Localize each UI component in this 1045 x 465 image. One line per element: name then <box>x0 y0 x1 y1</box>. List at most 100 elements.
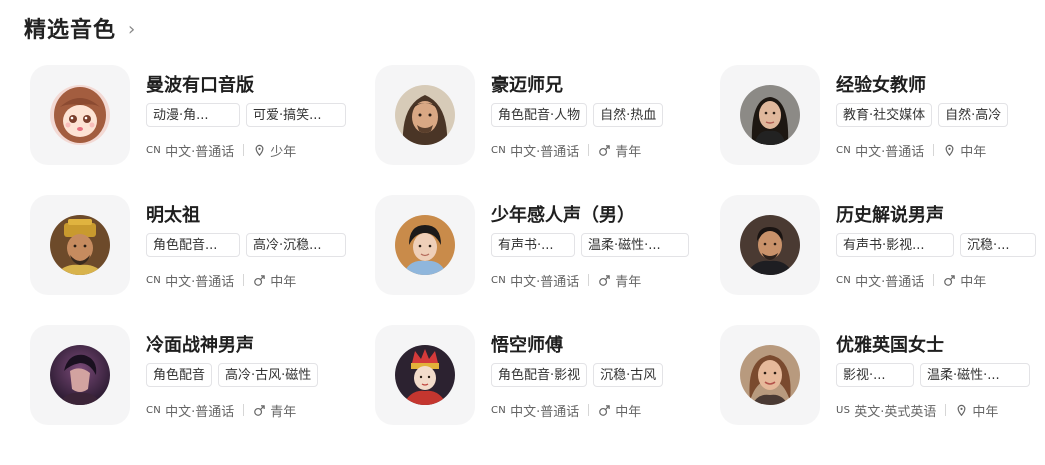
divider <box>243 404 245 416</box>
voice-meta: CN 中文·普通话 中年 <box>836 271 986 290</box>
voice-card[interactable]: 经验女教师 教育·社交媒体 自然·高冷 CN 中文·普通话 中年 <box>720 65 1045 165</box>
voice-card[interactable]: 历史解说男声 有声书·影视... 沉稳·... CN 中文·普通话 中年 <box>720 195 1045 295</box>
voice-meta: CN 中文·普通话 青年 <box>491 271 642 290</box>
tag-list: 角色配音·影视 沉稳·古风 <box>491 363 669 387</box>
voice-name: 悟空师傅 <box>491 335 563 356</box>
language-code: CN <box>146 274 162 286</box>
language: 中文·普通话 <box>510 404 580 420</box>
divider <box>588 144 590 156</box>
male-icon <box>598 144 611 157</box>
voice-card[interactable]: 冷面战神男声 角色配音 高冷·古风·磁性 CN 中文·普通话 青年 <box>30 325 360 425</box>
voice-card[interactable]: 悟空师傅 角色配音·影视 沉稳·古风 CN 中文·普通话 中年 <box>375 325 705 425</box>
voice-meta: CN 中文·普通话 中年 <box>836 141 987 160</box>
language-code: US <box>836 404 851 416</box>
language-code: CN <box>836 144 852 156</box>
woman-teacher-avatar <box>740 85 800 145</box>
voice-meta: CN 中文·普通话 青年 <box>146 401 297 420</box>
tag[interactable]: 高冷·沉稳... <box>246 233 346 257</box>
age-group: 中年 <box>972 404 999 420</box>
language: 中文·普通话 <box>855 274 925 290</box>
tag[interactable]: 动漫·角... <box>146 103 240 127</box>
male-icon <box>598 404 611 417</box>
voice-name: 历史解说男声 <box>836 205 944 226</box>
tag[interactable]: 高冷·古风·磁性 <box>218 363 319 387</box>
voice-name: 经验女教师 <box>836 75 926 96</box>
voice-card[interactable]: 曼波有口音版 动漫·角... 可爱·搞笑... CN 中文·普通话 少年 <box>30 65 360 165</box>
divider <box>243 144 245 156</box>
divider <box>933 274 935 286</box>
male-icon <box>253 274 266 287</box>
voice-meta: US 英文·英式英语 中年 <box>836 401 999 420</box>
narrator-man-avatar <box>740 215 800 275</box>
tag[interactable]: 沉稳·古风 <box>593 363 664 387</box>
age-group: 青年 <box>270 404 297 420</box>
tag[interactable]: 教育·社交媒体 <box>836 103 933 127</box>
tag[interactable]: 可爱·搞笑... <box>246 103 346 127</box>
language-code: CN <box>836 274 852 286</box>
tag[interactable]: 沉稳·... <box>960 233 1036 257</box>
tag[interactable]: 有声书·影视... <box>836 233 954 257</box>
age-group: 青年 <box>615 144 642 160</box>
avatar-container <box>720 65 820 165</box>
language: 中文·普通话 <box>510 274 580 290</box>
voice-name: 豪迈师兄 <box>491 75 563 96</box>
divider <box>933 144 935 156</box>
avatar-container <box>30 195 130 295</box>
voice-grid: 曼波有口音版 动漫·角... 可爱·搞笑... CN 中文·普通话 少年 豪迈师… <box>0 0 1045 465</box>
language: 中文·普通话 <box>510 144 580 160</box>
tag[interactable]: 角色配音·影视 <box>491 363 588 387</box>
tag-list: 有声书·... 温柔·磁性·... <box>491 233 695 257</box>
avatar-container <box>375 65 475 165</box>
monk-avatar <box>395 345 455 405</box>
language-code: CN <box>146 404 162 416</box>
voice-name: 曼波有口音版 <box>146 75 254 96</box>
avatar-container <box>720 195 820 295</box>
language-code: CN <box>491 274 507 286</box>
long-hair-man-avatar <box>395 85 455 145</box>
tag[interactable]: 自然·高冷 <box>938 103 1009 127</box>
location-pin-icon <box>943 144 956 157</box>
emperor-avatar <box>50 215 110 275</box>
voice-card[interactable]: 少年感人声（男） 有声书·... 温柔·磁性·... CN 中文·普通话 青年 <box>375 195 705 295</box>
tag-list: 角色配音... 高冷·沉稳... <box>146 233 352 257</box>
tag[interactable]: 有声书·... <box>491 233 575 257</box>
divider <box>588 404 590 416</box>
language: 中文·普通话 <box>165 144 235 160</box>
language: 中文·普通话 <box>855 144 925 160</box>
male-icon <box>598 274 611 287</box>
tag[interactable]: 温柔·磁性·... <box>920 363 1030 387</box>
age-group: 少年 <box>270 144 297 160</box>
age-group: 中年 <box>270 274 297 290</box>
age-group: 青年 <box>615 274 642 290</box>
tag[interactable]: 角色配音 <box>146 363 213 387</box>
voice-name: 明太祖 <box>146 205 200 226</box>
language: 中文·普通话 <box>165 404 235 420</box>
tag-list: 动漫·角... 可爱·搞笑... <box>146 103 352 127</box>
tag[interactable]: 影视·... <box>836 363 914 387</box>
tag[interactable]: 角色配音·人物 <box>491 103 588 127</box>
age-group: 中年 <box>960 144 987 160</box>
voice-card[interactable]: 优雅英国女士 影视·... 温柔·磁性·... US 英文·英式英语 中年 <box>720 325 1045 425</box>
young-man-avatar <box>395 215 455 275</box>
avatar-container <box>30 65 130 165</box>
tag[interactable]: 角色配音... <box>146 233 240 257</box>
language-code: CN <box>146 144 162 156</box>
avatar-container <box>720 325 820 425</box>
voice-name: 冷面战神男声 <box>146 335 254 356</box>
language-code: CN <box>491 404 507 416</box>
divider <box>945 404 947 416</box>
anime-girl-avatar <box>50 85 110 145</box>
voice-meta: CN 中文·普通话 中年 <box>146 271 297 290</box>
tag[interactable]: 温柔·磁性·... <box>581 233 689 257</box>
divider <box>588 274 590 286</box>
tag[interactable]: 自然·热血 <box>593 103 664 127</box>
location-pin-icon <box>253 144 266 157</box>
avatar-container <box>30 325 130 425</box>
voice-card[interactable]: 明太祖 角色配音... 高冷·沉稳... CN 中文·普通话 中年 <box>30 195 360 295</box>
voice-name: 优雅英国女士 <box>836 335 944 356</box>
tag-list: 教育·社交媒体 自然·高冷 <box>836 103 1014 127</box>
voice-card[interactable]: 豪迈师兄 角色配音·人物 自然·热血 CN 中文·普通话 青年 <box>375 65 705 165</box>
location-pin-icon <box>955 404 968 417</box>
divider <box>243 274 245 286</box>
voice-meta: CN 中文·普通话 青年 <box>491 141 642 160</box>
